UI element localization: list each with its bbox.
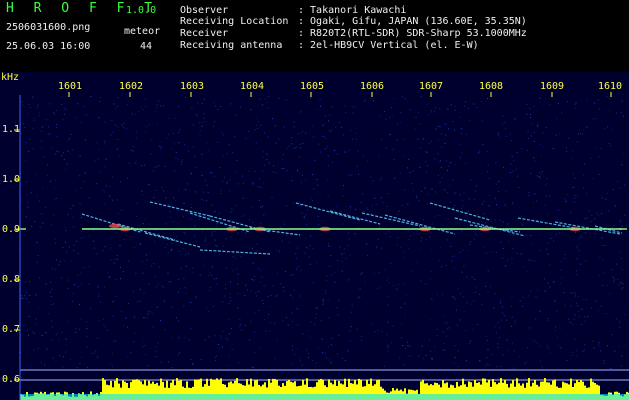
axis-unit: kHz <box>1 72 20 83</box>
spectrogram <box>14 92 629 400</box>
noise-layer <box>20 96 626 369</box>
x-tick-1608: 1608 <box>479 81 504 92</box>
y-tick-0.7: 0.7 <box>2 324 21 335</box>
meteor-trails <box>81 201 623 255</box>
x-ticks <box>68 92 612 97</box>
x-tick-1607: 1607 <box>419 81 444 92</box>
y-tick-1.1: 1.1 <box>2 124 21 135</box>
y-tick-0.9: 0.9 <box>2 224 21 235</box>
x-tick-1609: 1609 <box>540 81 565 92</box>
x-tick-1604: 1604 <box>240 81 265 92</box>
x-tick-1602: 1602 <box>119 81 144 92</box>
x-tick-1601: 1601 <box>58 81 83 92</box>
y-tick-0.8: 0.8 <box>2 274 21 285</box>
x-tick-1603: 1603 <box>180 81 205 92</box>
signal-level-bars <box>20 378 629 400</box>
x-tick-1605: 1605 <box>300 81 325 92</box>
y-tick-0.6: 0.6 <box>2 374 21 385</box>
x-tick-1610: 1610 <box>598 81 623 92</box>
y-ticks <box>14 129 20 381</box>
y-tick-1.0: 1.0 <box>2 174 21 185</box>
x-tick-1606: 1606 <box>360 81 385 92</box>
